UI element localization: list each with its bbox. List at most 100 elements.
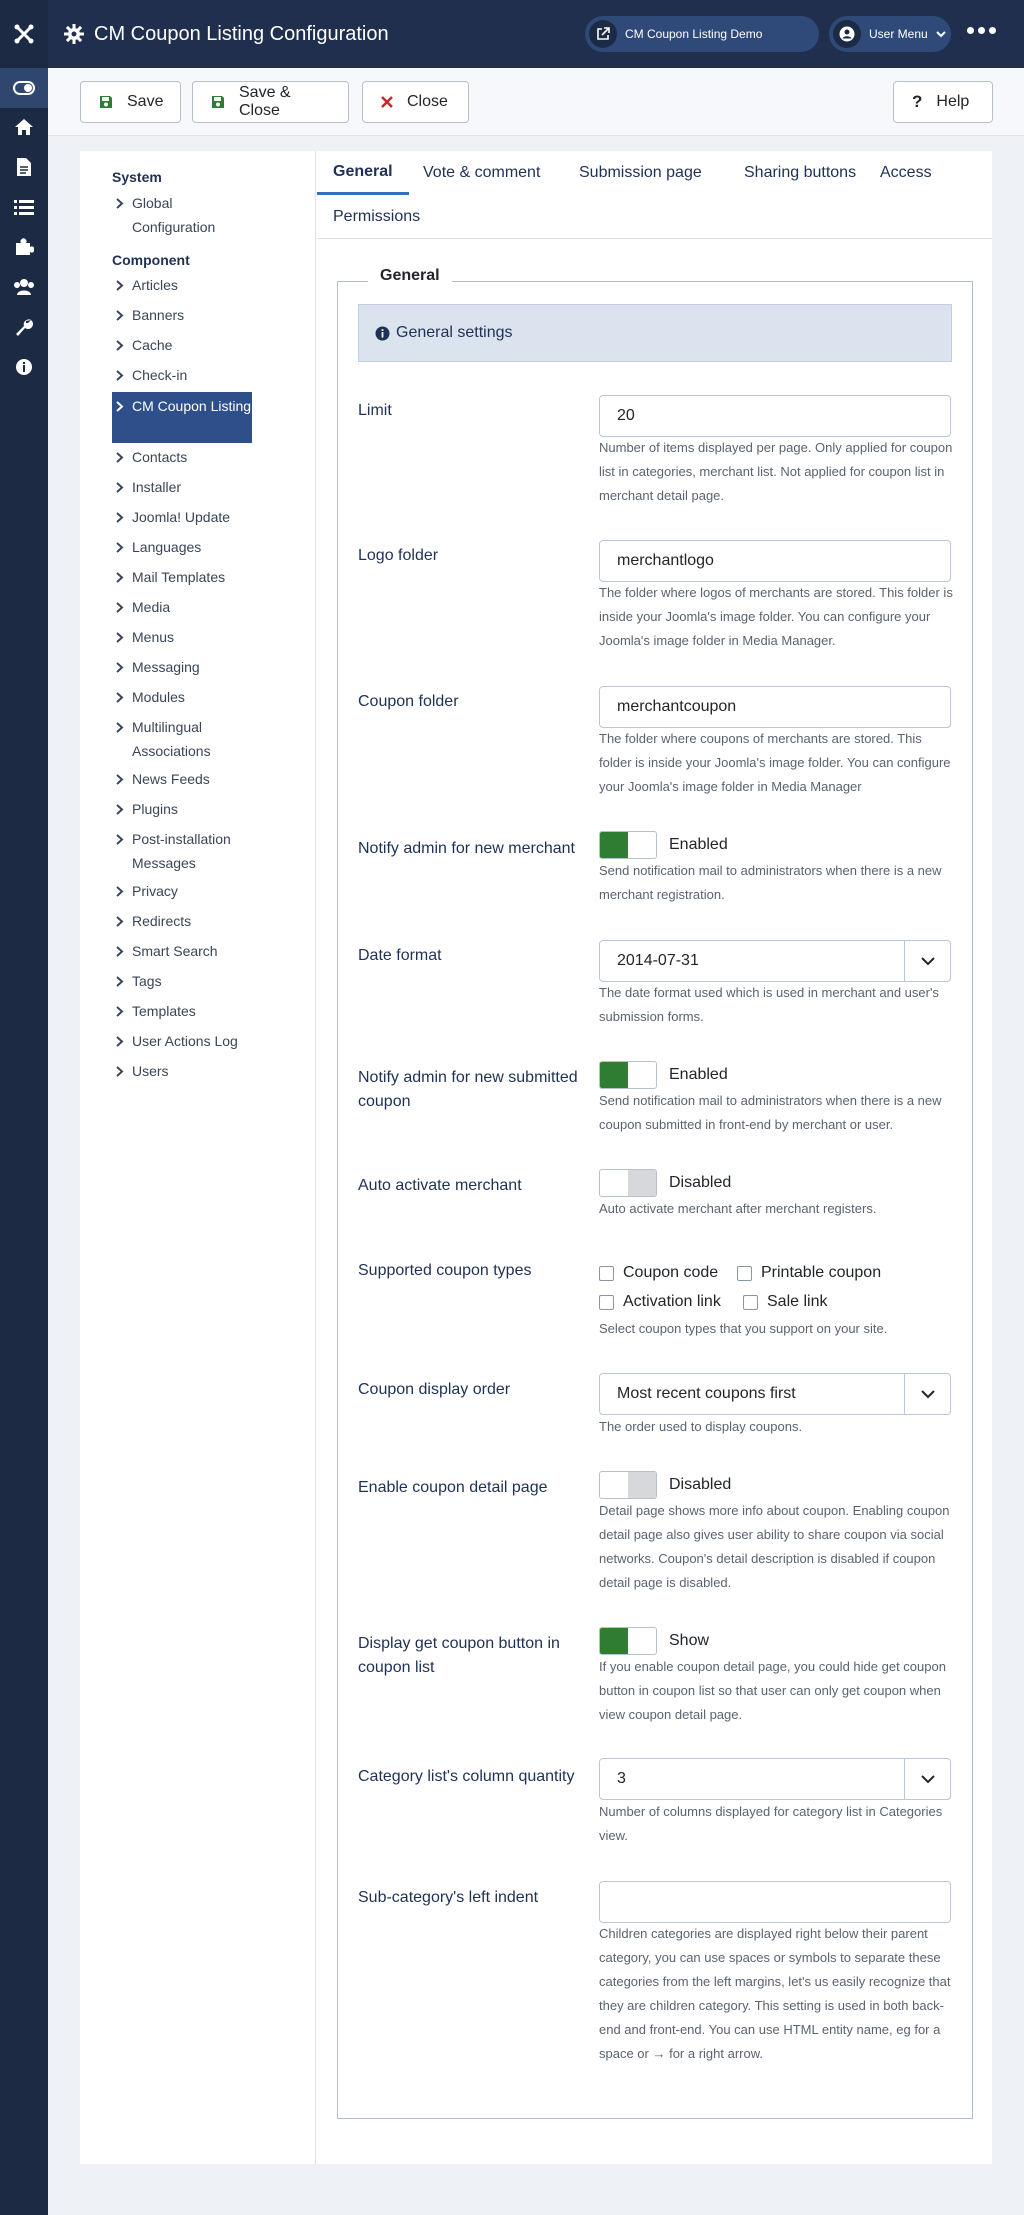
chevron-right-icon (116, 535, 128, 559)
limit-input[interactable]: 20 (599, 395, 951, 437)
help-info-icon[interactable] (0, 347, 48, 387)
chevron-right-icon (116, 303, 128, 327)
sidebar-item-label: Contacts (132, 449, 188, 465)
sidebar-item-check-in[interactable]: Check-in (112, 363, 252, 387)
close-button[interactable]: Close (362, 81, 469, 123)
column-qty-value: 3 (617, 1770, 626, 1787)
sidebar-item-plugins[interactable]: Plugins (112, 797, 252, 821)
sidebar-item-contacts[interactable]: Contacts (112, 445, 252, 469)
sidebar-item-multilingual-associations[interactable]: Multilingual Associations (112, 715, 252, 763)
joomla-logo-icon[interactable] (0, 0, 48, 68)
tab-sharing-buttons[interactable]: Sharing buttons (728, 151, 872, 195)
components-icon[interactable] (0, 227, 48, 267)
system-wrench-icon[interactable] (0, 307, 48, 347)
sidebar-item-cm-coupon-listing[interactable]: CM Coupon Listing (112, 392, 252, 443)
sidebar-item-smart-search[interactable]: Smart Search (112, 939, 252, 963)
sidebar-item-label: Mail Templates (132, 569, 226, 585)
gear-icon (64, 24, 84, 44)
auto-activate-description: Auto activate merchant after merchant re… (599, 1201, 877, 1216)
sidebar-item-label: Check-in (132, 367, 188, 383)
column-qty-select[interactable]: 3 (599, 1758, 951, 1800)
sidebar-item-news-feeds[interactable]: News Feeds (112, 767, 252, 791)
notify-merchant-toggle[interactable] (599, 831, 657, 859)
sale-link-checkbox[interactable]: Sale link (743, 1293, 827, 1311)
get-coupon-button-toggle[interactable] (599, 1627, 657, 1655)
sidebar-item-articles[interactable]: Articles (112, 273, 252, 297)
sidebar-item-label: Privacy (132, 883, 178, 899)
alert-text: General settings (396, 324, 513, 341)
chevron-right-icon (116, 1029, 128, 1053)
coupon-folder-input[interactable]: merchantcoupon (599, 686, 951, 728)
sidebar-item-banners[interactable]: Banners (112, 303, 252, 327)
save-button[interactable]: Save (80, 81, 181, 123)
chevron-right-icon (116, 625, 128, 649)
sidebar-item-languages[interactable]: Languages (112, 535, 252, 559)
sidebar-item-privacy[interactable]: Privacy (112, 879, 252, 903)
sidebar-item-media[interactable]: Media (112, 595, 252, 619)
activation-link-checkbox[interactable]: Activation link (599, 1293, 721, 1311)
logo-folder-input[interactable]: merchantlogo (599, 540, 951, 582)
toggle-menu-icon[interactable] (0, 68, 48, 108)
sidebar-item-mail-templates[interactable]: Mail Templates (112, 565, 252, 589)
menus-icon[interactable] (0, 187, 48, 227)
content-icon[interactable] (0, 147, 48, 187)
users-icon[interactable] (0, 267, 48, 307)
tab-access[interactable]: Access (864, 151, 948, 195)
sidebar-heading-component: Component (112, 252, 190, 268)
limit-description: Number of items displayed per page. Only… (599, 440, 953, 503)
help-button[interactable]: ? Help (893, 81, 993, 123)
sidebar-item-label: Post-installation Messages (132, 831, 231, 871)
left-indent-input[interactable] (599, 1881, 951, 1923)
detail-page-toggle[interactable] (599, 1471, 657, 1499)
sidebar-item-menus[interactable]: Menus (112, 625, 252, 649)
tab-general[interactable]: General (317, 151, 409, 195)
tab-permissions[interactable]: Permissions (317, 195, 436, 239)
info-alert: General settings (358, 304, 952, 362)
sidebar-item-label: User Actions Log (132, 1033, 238, 1049)
sidebar-item-post-installation-messages[interactable]: Post-installation Messages (112, 827, 252, 875)
user-menu-button[interactable]: User Menu (829, 16, 951, 52)
notify-merchant-state: Enabled (669, 836, 728, 853)
sidebar-item-messaging[interactable]: Messaging (112, 655, 252, 679)
home-icon[interactable] (0, 107, 48, 147)
coupon-types-label: Supported coupon types (358, 1262, 532, 1279)
sidebar-item-user-actions-log[interactable]: User Actions Log (112, 1029, 252, 1053)
toolbar: Save Save & Close Close ? Help (48, 68, 1024, 136)
save-icon (211, 95, 225, 109)
left-rail (0, 0, 48, 2215)
sidebar-item-modules[interactable]: Modules (112, 685, 252, 709)
sidebar-item-label: Smart Search (132, 943, 218, 959)
printable-coupon-checkbox[interactable]: Printable coupon (737, 1264, 881, 1282)
sidebar-item-templates[interactable]: Templates (112, 999, 252, 1023)
tab-submission-page[interactable]: Submission page (563, 151, 718, 195)
chevron-right-icon (116, 909, 128, 933)
more-options-icon[interactable] (967, 27, 996, 34)
site-demo-link[interactable]: CM Coupon Listing Demo (585, 16, 819, 52)
notify-coupon-toggle[interactable] (599, 1061, 657, 1089)
chevron-right-icon (116, 363, 128, 387)
chevron-right-icon (116, 565, 128, 589)
user-avatar-icon (833, 20, 861, 48)
sidebar-item-global-configuration[interactable]: Global Configuration (112, 191, 252, 239)
save-close-button[interactable]: Save & Close (192, 81, 349, 123)
display-order-label: Coupon display order (358, 1381, 511, 1398)
coupon-code-checkbox[interactable]: Coupon code (599, 1264, 718, 1282)
sidebar-heading-system: System (112, 169, 162, 185)
left-indent-label: Sub-category's left indent (358, 1889, 539, 1906)
sidebar-item-installer[interactable]: Installer (112, 475, 252, 499)
external-link-icon (589, 20, 617, 48)
notify-coupon-description: Send notification mail to administrators… (599, 1093, 942, 1132)
fieldset-legend: General (368, 267, 452, 285)
date-format-select[interactable]: 2014-07-31 (599, 940, 951, 982)
sidebar-item-cache[interactable]: Cache (112, 333, 252, 357)
sidebar-item-tags[interactable]: Tags (112, 969, 252, 993)
sidebar-item-label: News Feeds (132, 771, 210, 787)
tab-vote-comment[interactable]: Vote & comment (407, 151, 556, 195)
sidebar-item-users[interactable]: Users (112, 1059, 252, 1083)
sidebar-item-joomla-update[interactable]: Joomla! Update (112, 505, 252, 529)
auto-activate-toggle[interactable] (599, 1169, 657, 1197)
display-order-value: Most recent coupons first (617, 1385, 796, 1402)
sidebar-item-redirects[interactable]: Redirects (112, 909, 252, 933)
get-coupon-button-description: If you enable coupon detail page, you co… (599, 1659, 946, 1722)
display-order-select[interactable]: Most recent coupons first (599, 1373, 951, 1415)
